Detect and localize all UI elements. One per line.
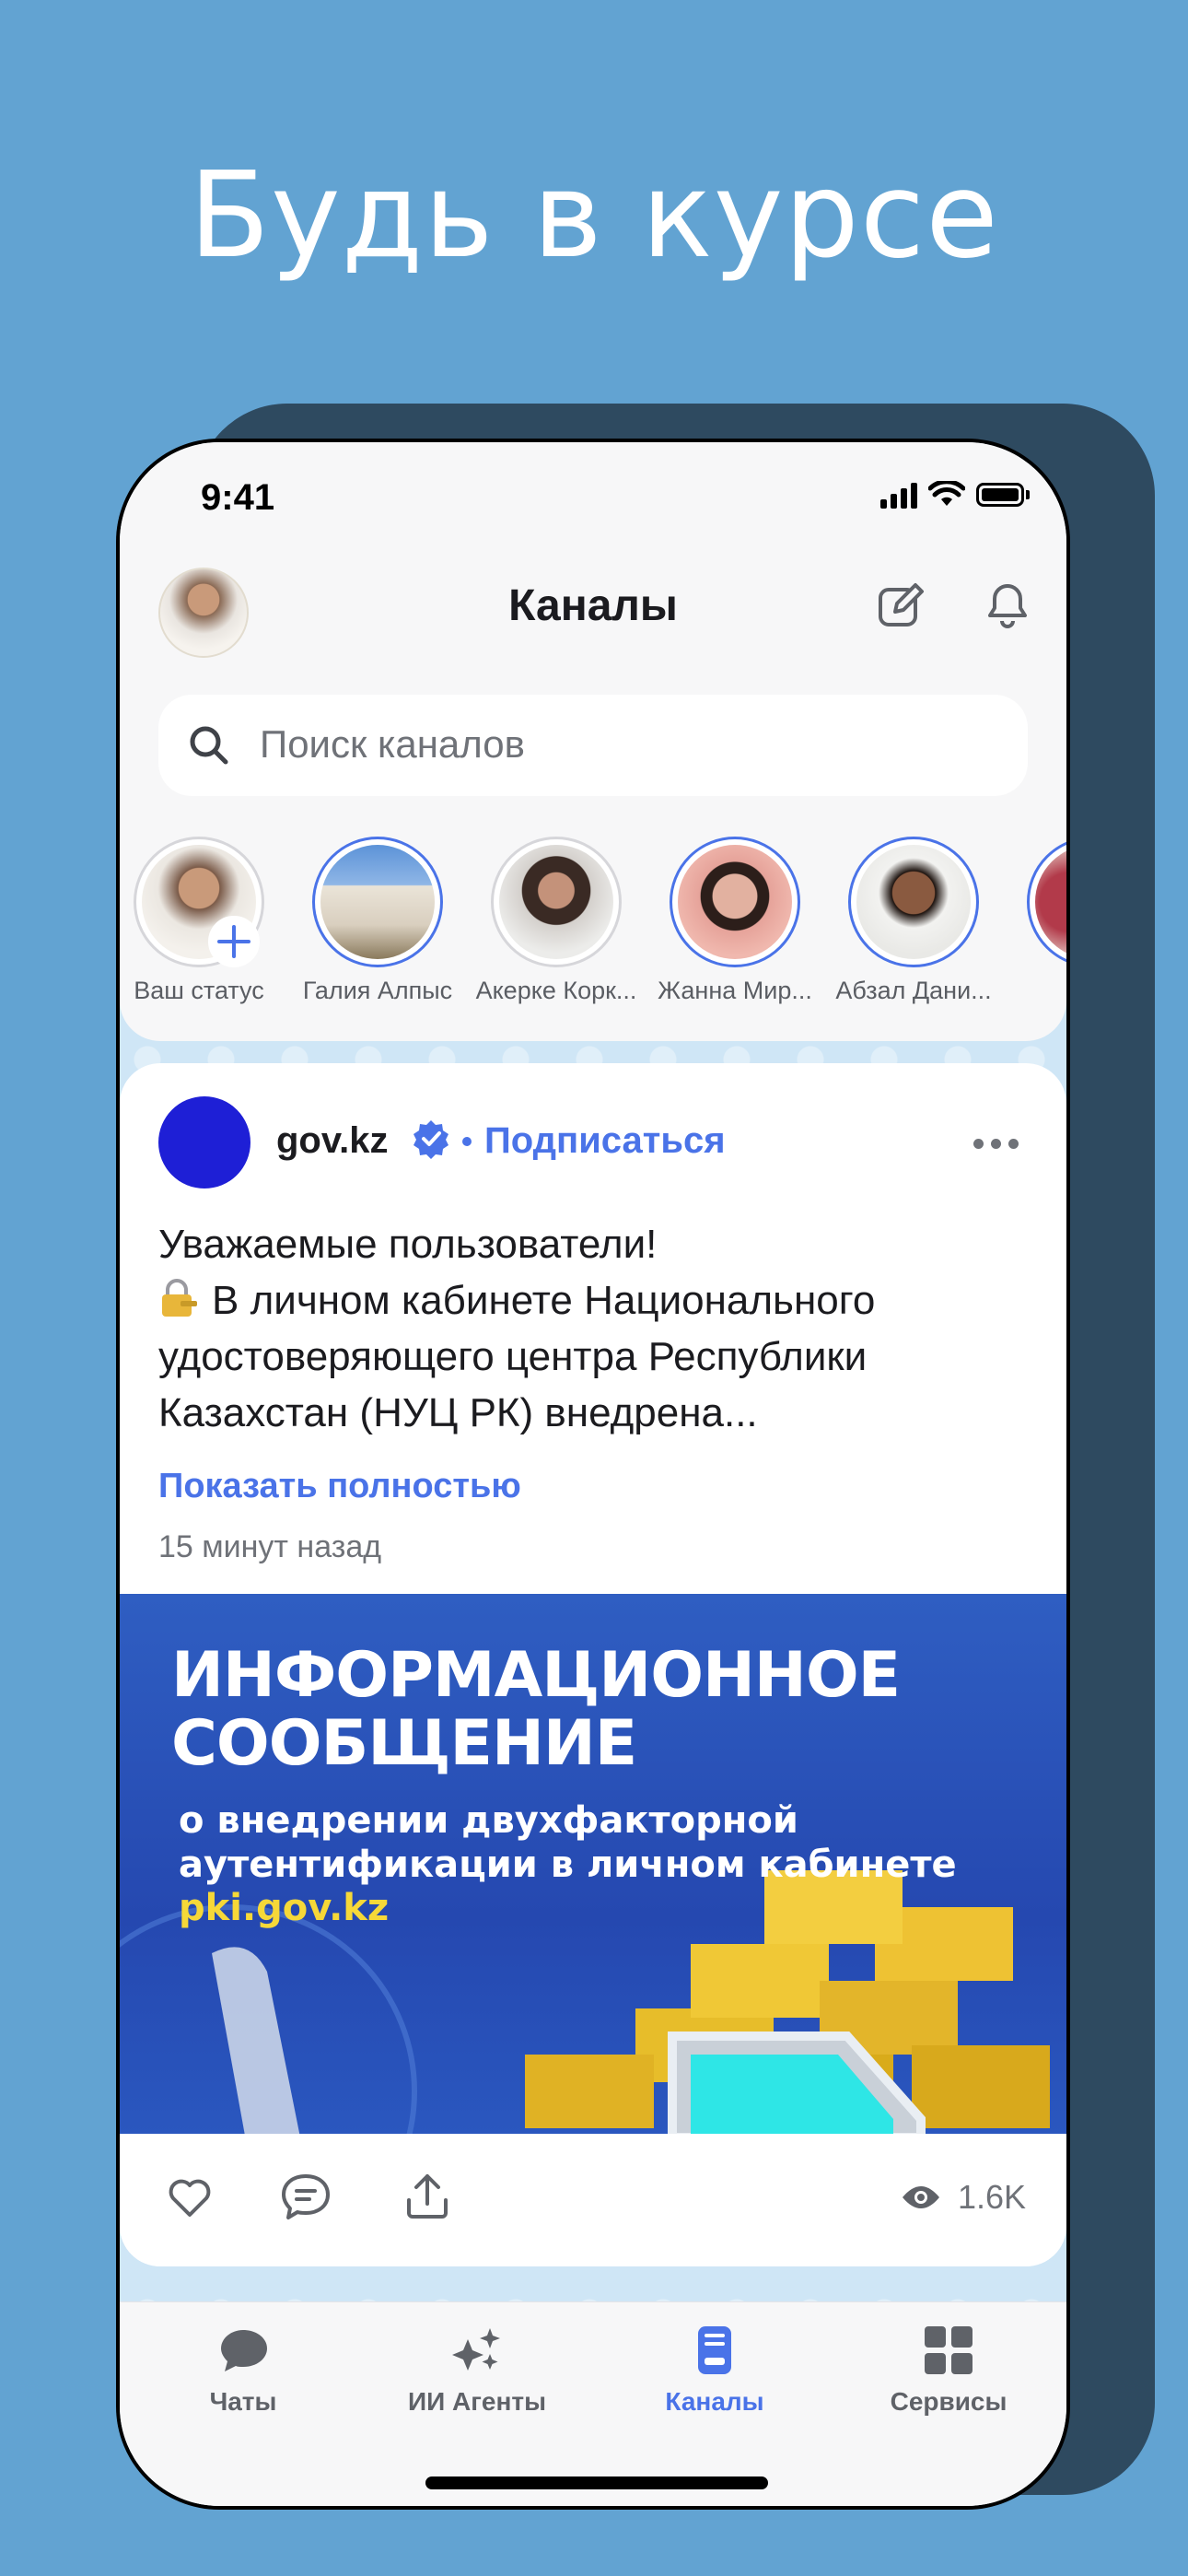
separator-dot [462,1137,472,1146]
tab-channels[interactable]: Каналы [604,2321,825,2417]
post-text-line: Уважаемые пользователи! [158,1222,658,1267]
banner-title: ИНФОРМАЦИОННОЕ СООБЩЕНИЕ [171,1639,901,1780]
comment-icon[interactable] [276,2167,335,2226]
banner-subtitle: о внедрении двухфакторной аутентификации… [179,1798,957,1887]
tab-services[interactable]: Сервисы [838,2321,1059,2417]
story-ring [491,837,622,967]
story-ring [312,837,443,967]
lock-key-icon [162,1279,197,1317]
story-name: Ваш статус [134,977,264,1004]
story-avatar [499,845,613,959]
views-count: 1.6K [957,2178,1026,2216]
tab-label: Каналы [665,2387,764,2416]
tab-label: ИИ Агенты [407,2387,547,2416]
eye-icon [902,2186,939,2208]
channel-name[interactable]: gov.kz [276,1120,389,1162]
story-name: Жанна Мир... [658,977,812,1004]
banner-title-line: ИНФОРМАЦИОННОЕ [171,1639,901,1712]
add-status-icon[interactable] [208,916,260,967]
chat-bubble-icon [221,2330,267,2371]
story-item[interactable]: Жанна Мир... [652,837,818,1005]
story-avatar [856,845,971,959]
story-item[interactable]: Акерке Корк... [473,837,639,1005]
post-text: Уважаемые пользователи! В личном кабинет… [158,1216,1024,1441]
story-avatar [320,845,435,959]
story-your-status[interactable]: Ваш статус [120,837,282,1005]
tab-chats[interactable]: Чаты [133,2321,354,2417]
home-indicator[interactable] [425,2476,768,2489]
channel-avatar[interactable] [158,1096,250,1188]
story-name: Абзал Дани... [835,977,992,1004]
cellular-signal-icon [880,481,917,509]
search-placeholder: Поиск каналов [260,722,525,766]
channel-post: gov.kz Подписаться Уважаемые пользовател… [120,1063,1066,2266]
banner-subtitle-line: о внедрении двухфакторной [179,1799,798,1842]
story-ring [848,837,979,967]
more-options-icon[interactable] [973,1139,1019,1149]
channels-header-panel: 9:41 Каналы Поиск каналов Ваш статус Гал… [120,442,1066,1041]
story-avatar [678,845,792,959]
sparkles-icon [452,2328,500,2371]
story-item[interactable] [1009,837,1066,967]
show-more-link[interactable]: Показать полностью [158,1467,521,1506]
bell-icon[interactable] [980,579,1035,634]
tab-label: Чаты [209,2387,277,2416]
post-text-line: В личном кабинете Национального [212,1278,876,1323]
tab-ai-agents[interactable]: ИИ Агенты [367,2321,588,2417]
compose-icon[interactable] [873,579,928,634]
phone-frame: 9:41 Каналы Поиск каналов Ваш статус Гал… [116,439,1070,2510]
story-ring [1027,837,1066,967]
post-timestamp: 15 минут назад [158,1529,382,1564]
post-text-line: Казахстан (НУЦ РК) внедрена... [158,1390,758,1435]
app-screen: 9:41 Каналы Поиск каналов Ваш статус Гал… [120,442,1066,2506]
post-actions: 1.6K [120,2134,1066,2266]
banner-subtitle-line: аутентификации в личном кабинете [179,1844,957,1886]
battery-tip [1026,490,1030,499]
story-item[interactable]: Абзал Дани... [831,837,996,1005]
story-name: Акерке Корк... [475,977,637,1004]
grid-icon [925,2326,973,2374]
story-item[interactable]: Галия Алпыс [295,837,460,1005]
battery-icon [976,483,1024,507]
banner-title-line: СООБЩЕНИЕ [171,1707,637,1780]
tab-bar: Чаты ИИ Агенты Каналы Сервисы [120,2301,1066,2506]
story-ring [670,837,800,967]
search-input[interactable]: Поиск каналов [158,695,1028,796]
status-icons [880,481,1030,509]
views-counter: 1.6K [901,2178,1026,2217]
subscribe-button[interactable]: Подписаться [484,1120,726,1162]
banner-link-text: pki.gov.kz [179,1887,390,1929]
heart-icon[interactable] [160,2167,219,2226]
stories-row: Ваш статус Галия Алпыс Акерке Корк... Жа… [120,837,1066,1021]
verified-badge-icon [413,1120,448,1159]
share-icon[interactable] [398,2167,457,2226]
search-icon [190,726,228,765]
wifi-icon [928,481,965,506]
post-text-line: удостоверяющего центра Республики [158,1334,868,1379]
tab-label: Сервисы [890,2387,1007,2416]
channels-icon [698,2326,731,2374]
status-time: 9:41 [201,477,275,518]
story-avatar [1035,845,1066,959]
story-name: Галия Алпыс [302,977,453,1004]
promo-headline: Будь в курсе [189,147,999,285]
post-image-banner[interactable]: ИНФОРМАЦИОННОЕ СООБЩЕНИЕ о внедрении дву… [120,1594,1066,2134]
post-text-line-with-lock: В личном кабинете Национального [158,1272,1024,1329]
